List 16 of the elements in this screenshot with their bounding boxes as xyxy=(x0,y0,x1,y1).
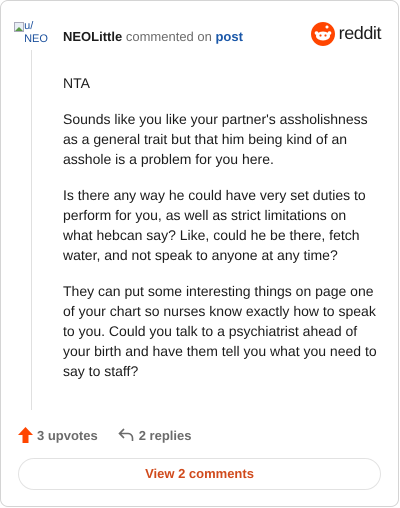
action-text: commented on xyxy=(126,28,212,44)
upvote-count: 3 upvotes xyxy=(37,426,98,445)
view-comments-button[interactable]: View 2 comments xyxy=(18,458,381,490)
reply-arrow-icon[interactable] xyxy=(118,428,134,442)
comment-paragraph: Sounds like you like your partner's assholishness as a general trait but that him being kind of an asshole is a problem for you here. xyxy=(63,110,369,169)
reddit-logo[interactable]: reddit xyxy=(310,20,381,47)
post-link[interactable]: post xyxy=(215,28,243,44)
comment-paragraph: Is there any way he could have very set duties to perform for you, as well as strict limitations on what hebcan say? Like, could he be there, fetch water, and not speak to anyone at any time? xyxy=(63,186,367,265)
reply-count: 2 replies xyxy=(138,426,192,445)
upvote-arrow-icon[interactable] xyxy=(18,427,33,444)
comment-paragraph: NTA xyxy=(63,74,91,93)
alien-logo-icon xyxy=(310,22,335,46)
avatar-alt-text: u/ NEO xyxy=(24,20,48,46)
comment-paragraph: They can put some interesting things on page one of your chart so nurses know exactly how to speak to you. Could you talk to a psychiatrist ahead of your birth and have them tell you what you need to say to staff? xyxy=(63,282,378,381)
username[interactable]: NEOLittle xyxy=(63,28,122,44)
broken-image-icon xyxy=(14,22,24,32)
